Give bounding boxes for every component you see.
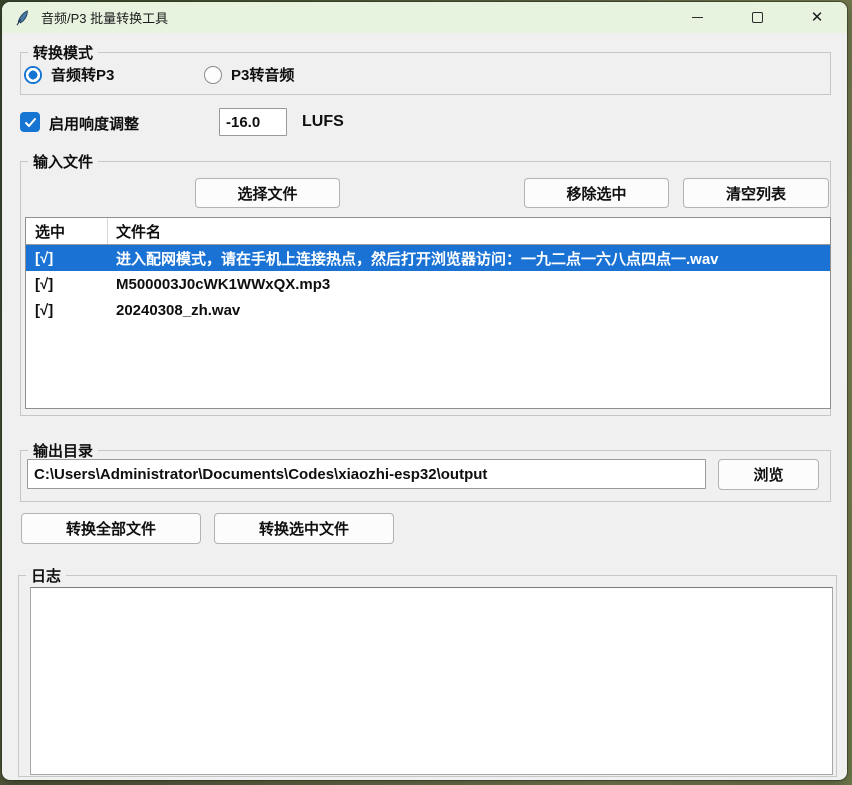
convert-selected-button[interactable]: 转换选中文件 — [214, 513, 394, 544]
titlebar: 音频/P3 批量转换工具 ✕ — [2, 2, 847, 33]
remove-selected-button[interactable]: 移除选中 — [524, 178, 669, 208]
table-row[interactable]: [√] 20240308_zh.wav — [26, 297, 830, 323]
minimize-button[interactable] — [667, 2, 727, 33]
close-button[interactable]: ✕ — [787, 2, 847, 33]
mode-group-label: 转换模式 — [28, 42, 98, 63]
row-checked-cell: [√] — [26, 302, 108, 319]
row-filename-cell: M500003J0cWK1WWxQX.mp3 — [108, 276, 830, 293]
convert-all-button[interactable]: 转换全部文件 — [21, 513, 201, 544]
browse-button[interactable]: 浏览 — [718, 459, 819, 490]
lufs-unit-label: LUFS — [302, 113, 344, 131]
row-checked-cell: [√] — [26, 250, 108, 267]
minimize-icon — [692, 17, 703, 18]
tk-feather-icon — [15, 10, 31, 26]
clear-list-button[interactable]: 清空列表 — [683, 178, 829, 208]
column-header-filename[interactable]: 文件名 — [108, 218, 830, 244]
window-title: 音频/P3 批量转换工具 — [41, 8, 168, 27]
output-path-input[interactable] — [27, 459, 706, 489]
column-header-checked[interactable]: 选中 — [26, 218, 108, 244]
radio-unselected-icon — [204, 66, 222, 84]
window-controls: ✕ — [667, 2, 847, 33]
row-checked-cell: [√] — [26, 276, 108, 293]
checkmark-icon — [24, 116, 37, 129]
mode-groupbox: 转换模式 — [20, 52, 831, 95]
log-textarea[interactable] — [30, 587, 833, 775]
output-dir-group-label: 输出目录 — [28, 440, 98, 461]
select-files-button[interactable]: 选择文件 — [195, 178, 340, 208]
input-files-group-label: 输入文件 — [28, 151, 98, 172]
row-filename-cell: 进入配网模式，请在手机上连接热点，然后打开浏览器访问：一九二点一六八点四点一.w… — [108, 248, 830, 269]
row-filename-cell: 20240308_zh.wav — [108, 302, 830, 319]
radio-selected-icon — [24, 66, 42, 84]
log-group-label: 日志 — [26, 565, 66, 586]
loudness-checkbox-label: 启用响度调整 — [49, 113, 139, 134]
table-row[interactable]: [√] 进入配网模式，请在手机上连接热点，然后打开浏览器访问：一九二点一六八点四… — [26, 245, 830, 271]
file-list-table: 选中 文件名 [√] 进入配网模式，请在手机上连接热点，然后打开浏览器访问：一九… — [25, 217, 831, 409]
radio-p3-to-audio[interactable]: P3转音频 — [204, 64, 294, 85]
loudness-checkbox[interactable] — [20, 112, 40, 132]
desktop: { "window": { "title": "音频/P3 批量转换工具", "… — [0, 0, 852, 785]
file-table-header: 选中 文件名 — [26, 218, 830, 245]
app-window: 音频/P3 批量转换工具 ✕ 转换模式 音频转P3 P3转音频 启用响度调整 L… — [2, 2, 847, 780]
close-icon: ✕ — [811, 10, 824, 25]
radio-audio-to-p3[interactable]: 音频转P3 — [24, 64, 114, 85]
loudness-value-input[interactable] — [219, 108, 287, 136]
maximize-icon — [752, 12, 763, 23]
table-row[interactable]: [√] M500003J0cWK1WWxQX.mp3 — [26, 271, 830, 297]
maximize-button[interactable] — [727, 2, 787, 33]
